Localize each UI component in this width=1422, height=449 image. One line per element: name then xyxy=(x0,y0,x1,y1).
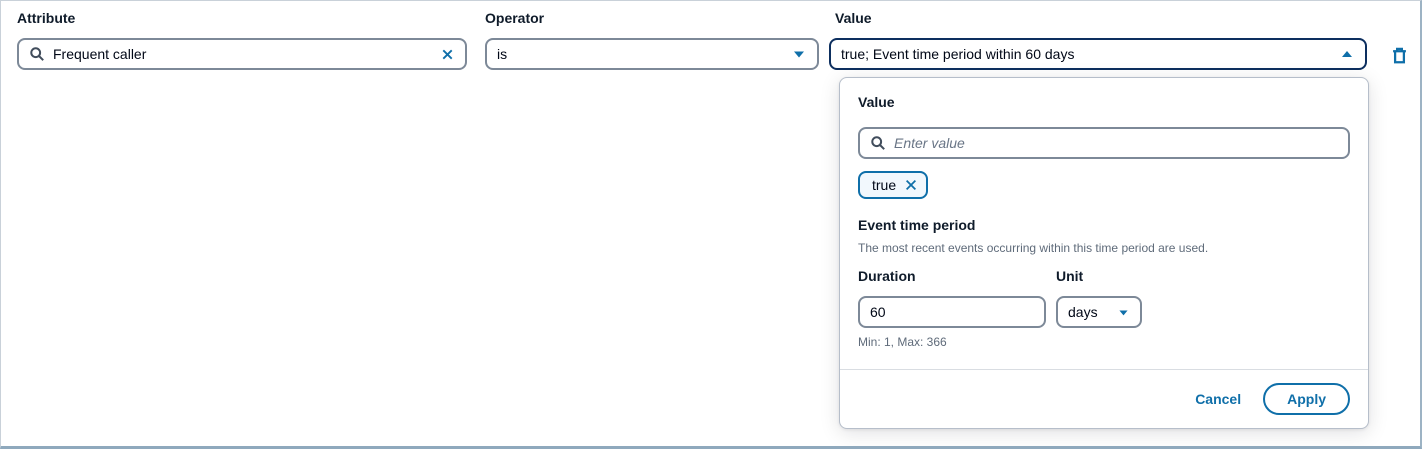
search-icon xyxy=(870,135,886,151)
dismiss-icon xyxy=(904,178,918,192)
value-editor-popover: Value true Event time period The most re… xyxy=(839,77,1369,429)
cancel-button[interactable]: Cancel xyxy=(1195,391,1241,407)
value-select-trigger[interactable]: true; Event time period within 60 days xyxy=(829,38,1367,70)
duration-constraint-text: Min: 1, Max: 366 xyxy=(858,335,947,349)
caret-up-icon xyxy=(1339,46,1355,62)
duration-label: Duration xyxy=(858,268,916,284)
search-icon xyxy=(29,46,45,62)
unit-select[interactable]: days xyxy=(1056,296,1142,328)
value-token: true xyxy=(858,171,928,199)
close-icon xyxy=(440,47,455,62)
remove-filter-button[interactable] xyxy=(1386,42,1412,68)
operator-label: Operator xyxy=(485,10,544,26)
value-token-label: true xyxy=(872,177,896,193)
unit-selected-value: days xyxy=(1068,304,1098,320)
popover-footer: Cancel Apply xyxy=(840,369,1368,428)
operator-select[interactable]: is xyxy=(485,38,819,70)
unit-label: Unit xyxy=(1056,268,1083,284)
duration-field[interactable] xyxy=(858,296,1046,328)
trash-icon xyxy=(1390,46,1409,65)
event-time-period-heading: Event time period xyxy=(858,217,975,233)
value-filter-field[interactable] xyxy=(858,127,1350,159)
value-selected-summary: true; Event time period within 60 days xyxy=(841,46,1074,62)
remove-token-button[interactable] xyxy=(904,178,918,192)
attribute-search-field[interactable] xyxy=(17,38,467,70)
caret-down-icon xyxy=(1117,306,1130,319)
value-filter-input[interactable] xyxy=(894,135,1338,151)
apply-button[interactable]: Apply xyxy=(1263,383,1350,415)
duration-input[interactable] xyxy=(870,304,1034,320)
panel-value-label: Value xyxy=(858,94,895,110)
clear-attribute-button[interactable] xyxy=(440,47,455,62)
operator-selected-value: is xyxy=(497,46,507,62)
attribute-search-input[interactable] xyxy=(53,46,440,62)
filter-builder-region: Attribute Operator is Value true; Event … xyxy=(0,0,1422,449)
value-label: Value xyxy=(835,10,872,26)
caret-down-icon xyxy=(791,46,807,62)
event-time-period-description: The most recent events occurring within … xyxy=(858,241,1350,255)
attribute-label: Attribute xyxy=(17,10,75,26)
